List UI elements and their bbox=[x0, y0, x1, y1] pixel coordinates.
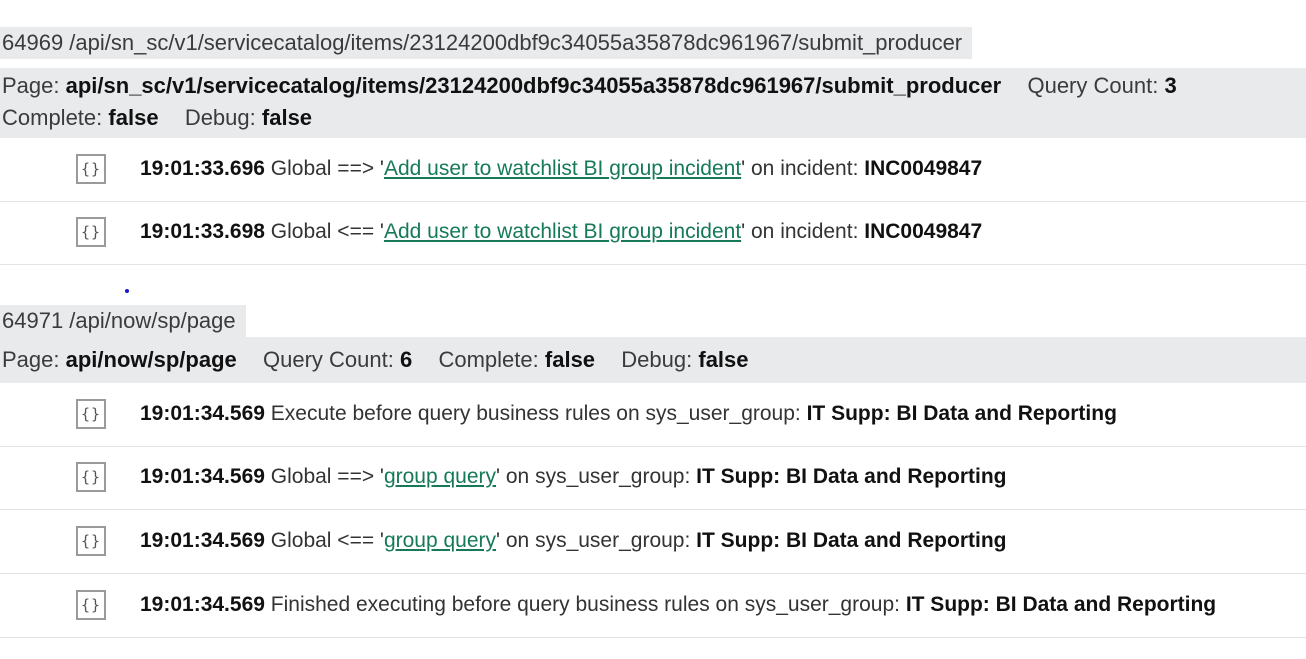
query-count-label: Query Count: bbox=[263, 347, 394, 372]
debug-value: false bbox=[261, 105, 313, 130]
log-text: 19:01:34.569 Execute before query busine… bbox=[140, 398, 1117, 430]
log-prefix: Global <== ' bbox=[264, 529, 384, 552]
meta-line: Page: api/sn_sc/v1/servicecatalog/items/… bbox=[2, 70, 1306, 102]
record-name: IT Supp: BI Data and Reporting bbox=[905, 593, 1217, 616]
log-row: {} 19:01:33.696 Global ==> 'Add user to … bbox=[0, 139, 1306, 202]
debug-value: false bbox=[698, 347, 749, 372]
business-rule-link[interactable]: Add user to watchlist BI group incident bbox=[384, 220, 741, 243]
complete-value: false bbox=[544, 347, 596, 372]
log-message: Finished executing before query business… bbox=[264, 593, 906, 616]
complete-label: Complete: bbox=[438, 347, 539, 372]
log-timestamp: 19:01:34.569 bbox=[140, 593, 265, 616]
transaction-title: 64969 /api/sn_sc/v1/servicecatalog/items… bbox=[0, 27, 973, 59]
log-text: 19:01:33.696 Global ==> 'Add user to wat… bbox=[140, 153, 982, 185]
log-suffix: ' on sys_user_group: bbox=[496, 529, 697, 552]
json-braces-icon[interactable]: {} bbox=[76, 462, 106, 492]
record-number: INC0049847 bbox=[864, 157, 983, 180]
query-count-label: Query Count: bbox=[1027, 73, 1159, 98]
log-prefix: Global ==> ' bbox=[264, 465, 384, 488]
log-text: 19:01:33.698 Global <== 'Add user to wat… bbox=[140, 216, 982, 248]
complete-value: false bbox=[108, 105, 159, 130]
debug-label: Debug: bbox=[184, 105, 256, 130]
business-rule-link[interactable]: Add user to watchlist BI group incident bbox=[384, 157, 741, 180]
log-prefix: Global ==> ' bbox=[264, 157, 384, 180]
meta-line: Complete: false Debug: false bbox=[2, 102, 1306, 134]
record-name: IT Supp: BI Data and Reporting bbox=[696, 529, 1007, 552]
page-label: Page: bbox=[2, 347, 60, 372]
log-prefix: Global <== ' bbox=[264, 220, 384, 243]
log-suffix: ' on incident: bbox=[741, 220, 865, 243]
query-count-value: 3 bbox=[1164, 73, 1177, 98]
json-braces-icon[interactable]: {} bbox=[76, 154, 106, 184]
log-row: {} 19:01:34.569 Global <== 'group query'… bbox=[0, 511, 1306, 574]
log-timestamp: 19:01:34.569 bbox=[140, 402, 265, 425]
log-timestamp: 19:01:34.569 bbox=[140, 529, 265, 552]
marker-dot bbox=[125, 289, 129, 293]
transaction-meta: Page: api/now/sp/page Query Count: 6 Com… bbox=[0, 337, 1306, 383]
log-suffix: ' on incident: bbox=[741, 157, 865, 180]
log-timestamp: 19:01:33.698 bbox=[140, 220, 265, 243]
log-row: {} 19:01:34.569 Finished executing befor… bbox=[0, 575, 1306, 638]
log-text: 19:01:34.569 Global <== 'group query' on… bbox=[140, 525, 1007, 557]
log-message: Execute before query business rules on s… bbox=[264, 402, 807, 425]
log-suffix: ' on sys_user_group: bbox=[496, 465, 697, 488]
log-timestamp: 19:01:34.569 bbox=[140, 465, 265, 488]
json-braces-icon[interactable]: {} bbox=[76, 526, 106, 556]
page-value: api/sn_sc/v1/servicecatalog/items/231242… bbox=[65, 73, 1002, 98]
transaction-meta: Page: api/sn_sc/v1/servicecatalog/items/… bbox=[0, 68, 1306, 138]
debug-label: Debug: bbox=[621, 347, 693, 372]
record-name: IT Supp: BI Data and Reporting bbox=[806, 402, 1117, 425]
page-value: api/now/sp/page bbox=[65, 347, 237, 372]
json-braces-icon[interactable]: {} bbox=[76, 217, 106, 247]
transaction-title: 64971 /api/now/sp/page bbox=[0, 305, 246, 337]
record-number: INC0049847 bbox=[864, 220, 983, 243]
business-rule-link[interactable]: group query bbox=[384, 465, 496, 488]
meta-line: Page: api/now/sp/page Query Count: 6 Com… bbox=[2, 344, 1306, 376]
log-timestamp: 19:01:33.696 bbox=[140, 157, 265, 180]
record-name: IT Supp: BI Data and Reporting bbox=[696, 465, 1007, 488]
log-text: 19:01:34.569 Global ==> 'group query' on… bbox=[140, 461, 1007, 493]
page-label: Page: bbox=[2, 73, 60, 98]
query-count-value: 6 bbox=[399, 347, 413, 372]
complete-label: Complete: bbox=[2, 105, 103, 130]
log-row: {} 19:01:33.698 Global <== 'Add user to … bbox=[0, 202, 1306, 265]
log-row: {} 19:01:34.569 Execute before query bus… bbox=[0, 384, 1306, 447]
json-braces-icon[interactable]: {} bbox=[76, 399, 106, 429]
json-braces-icon[interactable]: {} bbox=[76, 590, 106, 620]
log-row: {} 19:01:34.569 Global ==> 'group query'… bbox=[0, 447, 1306, 510]
log-text: 19:01:34.569 Finished executing before q… bbox=[140, 589, 1216, 621]
business-rule-link[interactable]: group query bbox=[384, 529, 496, 552]
